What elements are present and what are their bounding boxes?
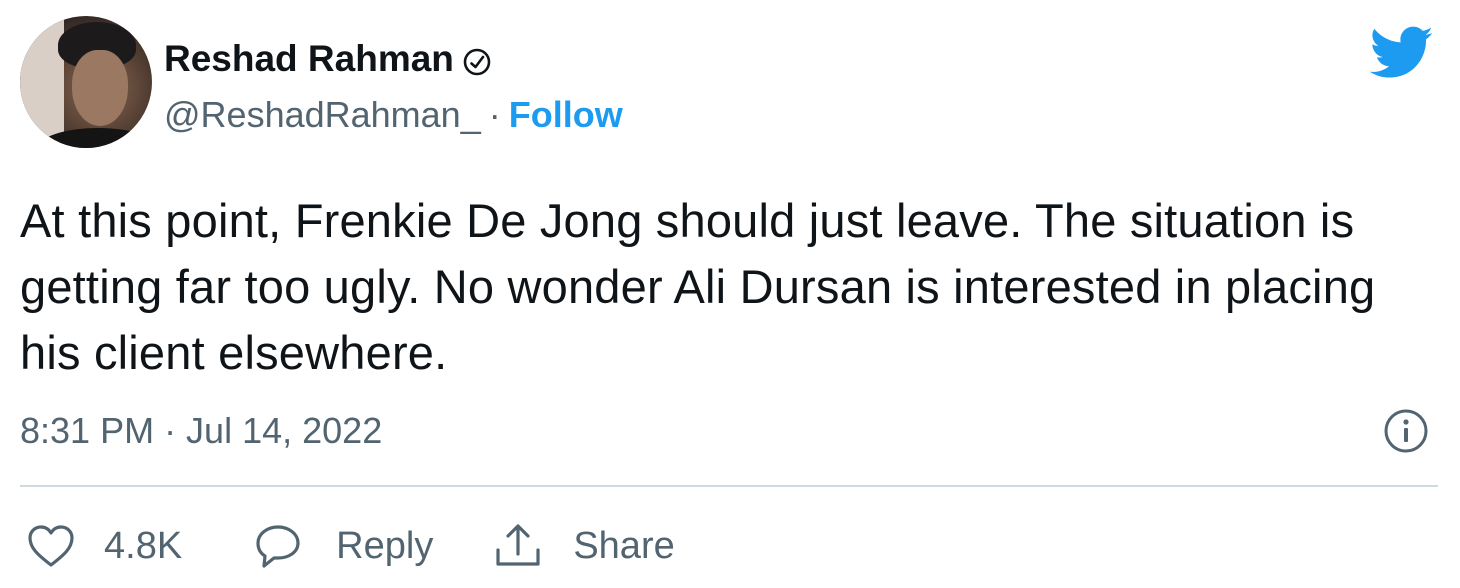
tweet-card: Reshad Rahman @ReshadRahman_ · Follow At… [0,0,1460,588]
twitter-bird-icon[interactable] [1369,26,1434,80]
action-bar: 4.8K Reply Share [26,518,675,574]
share-label: Share [573,524,675,567]
verified-badge-icon [462,44,492,76]
reply-label: Reply [336,524,434,567]
share-upload-icon [496,524,540,566]
author-display-name-row[interactable]: Reshad Rahman [164,38,492,80]
tweet-timestamp[interactable]: 8:31 PM · Jul 14, 2022 [20,410,382,452]
handle-row: @ReshadRahman_ · Follow [164,94,623,136]
follow-button[interactable]: Follow [509,94,623,136]
tweet-text: At this point, Frenkie De Jong should ju… [20,194,1376,379]
speech-bubble-icon [256,525,300,568]
avatar[interactable] [20,16,152,148]
divider [20,485,1438,487]
author-display-name[interactable]: Reshad Rahman [164,38,454,80]
reply-button[interactable]: Reply [254,523,433,569]
like-count: 4.8K [104,524,183,567]
author-handle[interactable]: @ReshadRahman_ [164,94,481,136]
like-button[interactable]: 4.8K [26,523,182,569]
separator-dot: · [488,94,501,135]
share-button[interactable]: Share [493,522,675,570]
info-icon[interactable] [1382,407,1430,455]
heart-icon [28,525,74,567]
